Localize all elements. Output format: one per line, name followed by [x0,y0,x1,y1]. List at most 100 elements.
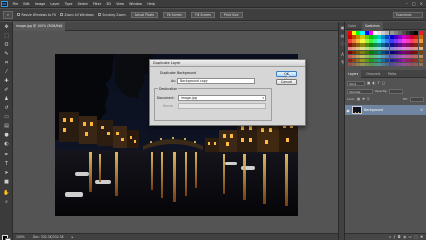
pen-icon[interactable]: ✒ [3,152,10,158]
destination-group: Destination Document: image.jpg ▾ Name: [154,87,272,121]
tab-color[interactable]: Color [345,22,359,30]
fill-screen-button[interactable]: Fill Screen [191,11,216,18]
resize-windows-label: Resize Windows to Fit [21,12,56,17]
fit-screen-button[interactable]: Fit Screen [163,11,187,18]
menu-window[interactable]: Window [127,2,145,6]
opacity-label: Opacity: [375,89,388,93]
filter-pixel-icon[interactable]: ▣ [367,81,370,85]
print-size-button[interactable]: Print Size [220,11,243,18]
filter-adjustment-icon[interactable]: ◐ [372,81,375,85]
adjustment-layer-icon[interactable]: ◑ [403,235,406,239]
filter-shape-icon[interactable]: ▢ [382,81,385,85]
type-icon[interactable]: T [3,161,10,167]
shape-icon[interactable]: ■ [3,179,10,185]
menu-image[interactable]: Image [32,2,48,6]
lock-all-icon[interactable]: ⚿ [367,97,370,101]
filter-type-icon[interactable]: T [378,81,380,85]
layer-row-background[interactable]: ◉ Background ⚿ [345,105,426,115]
tab-swatches[interactable]: Swatches [362,22,383,30]
photoshop-window: Ps File Edit Image Layer Type Select Fil… [0,0,426,240]
link-layers-icon[interactable]: ∞ [388,235,391,239]
workspace-select[interactable]: Essentials [393,11,423,18]
zoom-level[interactable]: 100% [16,235,25,239]
close-tab-icon[interactable]: × [60,24,64,28]
delete-layer-icon[interactable]: ✖ [420,235,423,239]
healing-brush-icon[interactable]: ✚ [3,78,10,84]
hand-icon[interactable]: ✋ [3,190,10,196]
photoshop-logo: Ps [1,0,8,7]
menu-view[interactable]: View [114,2,127,6]
menu-layer[interactable]: Layer [48,2,62,6]
layer-visibility-eye-icon[interactable]: ◉ [345,108,351,113]
path-select-icon[interactable]: ➤ [3,170,10,176]
brush-icon[interactable]: ✐ [3,87,10,93]
document-name-input [178,103,266,109]
destination-title: Destination [158,87,179,91]
menu-select[interactable]: Select [75,2,90,6]
name-label: Name: [163,104,174,108]
eyedropper-icon[interactable]: ⁄ [3,69,10,75]
lock-position-icon[interactable]: ✥ [362,97,365,101]
menu-file[interactable]: File [10,2,21,6]
zoom-all-windows-checkbox[interactable] [59,13,63,16]
scrubby-zoom-option[interactable]: Scrubby Zoom [97,12,126,17]
maximize-button[interactable]: □ [412,1,416,6]
clone-stamp-icon[interactable]: ♟ [3,96,10,102]
opacity-field[interactable] [389,88,404,94]
eraser-icon[interactable]: ▭ [3,114,10,120]
zoom-tool-preset-icon[interactable]: ⌕ [3,10,13,19]
menu-edit[interactable]: Edit [21,2,33,6]
blend-mode-select[interactable]: Normal [347,88,373,94]
layer-style-icon[interactable]: ƒ [394,235,395,239]
destination-document-select[interactable]: image.jpg ▾ [178,95,266,101]
quick-select-icon[interactable]: ✎ [3,51,10,57]
tools-panel: ✥ ⬚ ʘ ✎ ⌗ ⁄ ✚ ✐ ♟ ↺ ▭ ▤ ● ◐ ✒ T ➤ ■ ✋ ⌕ [0,22,13,240]
right-panels: Color Swatches Layers Channels Paths Kin… [345,22,426,240]
duplicate-value: Background [177,71,197,75]
new-layer-icon[interactable]: ▢ [414,235,417,239]
zoom-icon[interactable]: ⌕ [3,199,10,205]
add-mask-icon[interactable]: ◘ [398,235,401,239]
lasso-icon[interactable]: ʘ [3,42,10,48]
resize-windows-option[interactable]: Resize Windows to Fit [17,13,56,17]
fill-field[interactable] [410,96,424,102]
move-icon[interactable]: ✥ [3,24,10,30]
swatches-grid[interactable] [348,31,423,67]
color-swatch[interactable] [418,62,423,67]
dodge-icon[interactable]: ◐ [3,141,10,147]
menu-3d[interactable]: 3D [104,2,114,6]
menu-filter[interactable]: Filter [90,2,103,6]
gradient-icon[interactable]: ▤ [3,123,10,129]
as-label: As: [171,79,176,83]
duplicate-layer-dialog: Duplicate Layer Duplicate: Background As… [149,59,306,126]
status-menu-arrow-icon[interactable]: ▸ [72,235,74,239]
status-bar: 100% Doc: 332.3K/332.3K ▸ [13,233,338,240]
document-tab-bar: image.jpg @ 100% (RGB/8#) × [13,22,338,31]
blur-icon[interactable]: ● [3,132,10,138]
actual-pixels-button[interactable]: Actual Pixels [130,11,159,18]
layer-kind-select[interactable]: Kind [347,80,365,86]
scrubby-zoom-label: Scrubby Zoom [102,12,126,17]
layer-lock-icon: ⚿ [420,108,423,112]
marquee-icon[interactable]: ⬚ [3,33,10,39]
resize-windows-checkbox[interactable] [17,13,20,16]
crop-icon[interactable]: ⌗ [3,60,10,66]
tab-paths[interactable]: Paths [385,70,399,78]
zoom-all-windows-option[interactable]: Zoom All Windows [59,13,94,17]
dialog-title[interactable]: Duplicate Layer [150,60,305,67]
scrubby-zoom-checkbox[interactable] [97,13,101,16]
menu-type[interactable]: Type [62,2,75,6]
lock-fill-row: Lock: ▦ ✥ ⚿ Fill: [347,96,424,102]
lock-label: Lock: [347,97,355,101]
tab-channels[interactable]: Channels [363,70,383,78]
history-brush-icon[interactable]: ↺ [3,105,10,111]
new-group-icon[interactable]: ▭ [408,235,411,239]
tab-layers[interactable]: Layers [345,70,362,78]
close-button[interactable]: × [420,1,423,6]
minimize-button[interactable]: – [406,1,408,6]
document-tab[interactable]: image.jpg @ 100% (RGB/8#) × [13,22,65,31]
menu-help[interactable]: Help [145,2,158,6]
lock-pixels-icon[interactable]: ▦ [357,97,360,101]
chevron-down-icon: ▾ [262,96,264,100]
layer-name-input[interactable]: Background copy [177,78,255,84]
